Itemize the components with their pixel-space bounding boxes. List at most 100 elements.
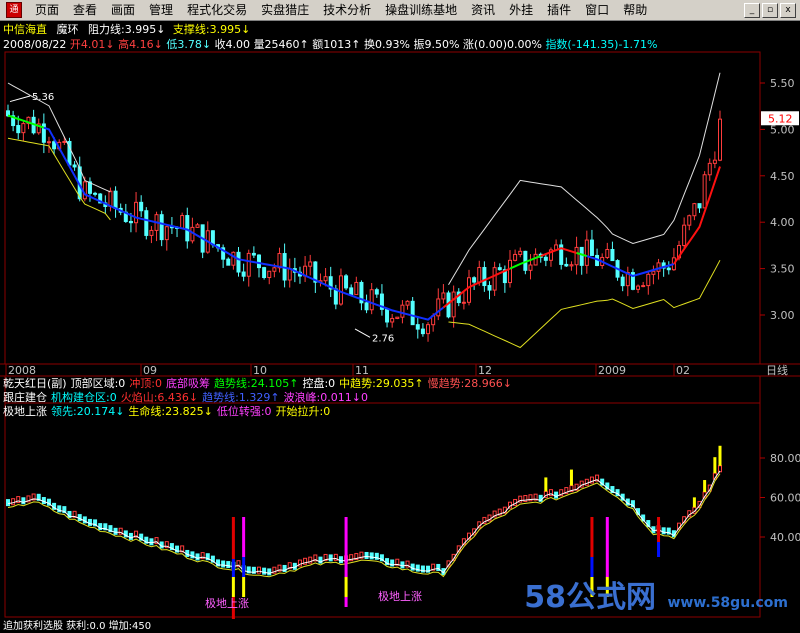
candle-body bbox=[646, 273, 651, 287]
candle-body bbox=[46, 141, 51, 144]
indicator-row-3: 极地上涨 领先:20.174↓ 生命线:23.825↓ 低位转强:0 开始拉升:0 bbox=[3, 405, 334, 418]
header-line2: 2008/08/22 开4.01↓ 高4.16↓ 低3.78↓ 收4.00 量2… bbox=[3, 38, 657, 51]
low-pointer bbox=[354, 328, 371, 338]
candle-body bbox=[666, 267, 671, 271]
osc-peak-bar-4 bbox=[713, 457, 717, 474]
index-label: 指数(-141.35)-1.71% bbox=[545, 38, 658, 51]
signal-bar-5-0 bbox=[605, 517, 609, 577]
candle-body bbox=[246, 252, 251, 277]
header-line1: 中信海直 魔环 阻力线:3.995↓ 支撑线:3.995↓ bbox=[3, 23, 250, 36]
indicator-row-1: 乾天红日(副) 顶部区域:0 冲顶:0 底部吸筹 趋势线:24.105↑ 控盘:0 中趋势:… bbox=[3, 377, 516, 390]
osc-bar bbox=[661, 527, 666, 535]
formula-name: 魔环 bbox=[56, 23, 79, 36]
candle-body bbox=[185, 215, 190, 242]
candle-body bbox=[149, 229, 154, 236]
indicator-row3-3: 低位转强:0 bbox=[216, 405, 272, 418]
indicator-row3-4: 开始拉升:0 bbox=[275, 405, 331, 418]
candle-body bbox=[472, 277, 477, 283]
candle-body bbox=[374, 289, 379, 295]
ma-line-blue-1 bbox=[43, 126, 445, 321]
candle-body bbox=[72, 164, 77, 168]
osc-bar bbox=[195, 553, 200, 561]
signal-bar-1-0 bbox=[231, 517, 235, 559]
candle-body bbox=[451, 291, 456, 318]
candle-body bbox=[349, 287, 354, 296]
candle-body bbox=[651, 270, 656, 275]
indicator-row2-3: 趋势线:1.329↑ bbox=[202, 391, 280, 404]
signal-bar-2-0 bbox=[242, 517, 246, 557]
osc-bar bbox=[221, 560, 226, 568]
candle-body bbox=[605, 249, 610, 258]
osc-bars-group bbox=[6, 465, 722, 576]
candle-body bbox=[164, 226, 169, 241]
candle-body bbox=[584, 239, 589, 266]
indicator-row1-4: 趋势线:24.105↑ bbox=[214, 377, 299, 390]
signal-bar-1-2 bbox=[231, 577, 235, 597]
osc-bar bbox=[369, 552, 374, 560]
candle-body bbox=[718, 118, 722, 161]
indicator-row1-7: 慢趋势:28.966↓ bbox=[427, 377, 513, 390]
ma-line-blue-2 bbox=[586, 255, 675, 278]
candle-body bbox=[390, 317, 395, 323]
price-tick-label-2: 4.50 bbox=[770, 170, 795, 183]
candle-body bbox=[467, 277, 472, 303]
osc-bar bbox=[262, 567, 267, 575]
candle-body bbox=[477, 267, 482, 283]
osc-bar bbox=[328, 554, 333, 562]
osc-bar bbox=[267, 568, 272, 576]
candle-body bbox=[21, 123, 26, 134]
high-pointer bbox=[9, 95, 31, 103]
indicator-row3-0: 极地上涨 bbox=[3, 405, 47, 418]
candles-group bbox=[6, 104, 722, 342]
resistance-line: 阻力线:3.995↓ bbox=[88, 23, 166, 36]
candle-body bbox=[641, 285, 646, 288]
candle-body bbox=[492, 267, 497, 291]
candle-body bbox=[262, 267, 267, 279]
price-tick-label-0: 5.50 bbox=[770, 77, 795, 90]
candle-body bbox=[707, 162, 712, 176]
candle-body bbox=[354, 281, 359, 296]
price-tick-label-3: 4.00 bbox=[770, 216, 795, 229]
time-label-6: 02 bbox=[676, 364, 690, 377]
osc-bar bbox=[584, 478, 589, 486]
candle-body bbox=[134, 201, 139, 224]
time-label-2: 10 bbox=[253, 364, 267, 377]
candle-body bbox=[108, 190, 113, 207]
period-label: 日线 bbox=[766, 363, 788, 377]
chart-canvas[interactable]: 5.50 5.00 4.50 4.00 3.50 3.00 5.12 2008 09 10 11 12… bbox=[0, 0, 800, 630]
candle-body bbox=[395, 316, 400, 319]
osc-peak-bar-1 bbox=[569, 469, 573, 486]
indicator-row1-2: 冲顶:0 bbox=[129, 377, 163, 390]
candle-body bbox=[507, 259, 512, 284]
osc-peak-bar-0 bbox=[544, 477, 548, 492]
low-price-label: 2.76 bbox=[372, 333, 394, 344]
osc-tick-label-0: 80.00 bbox=[770, 452, 800, 465]
price-panel-frame bbox=[4, 51, 761, 365]
open-label: 开4.01↓ bbox=[69, 38, 115, 51]
osc-tick-label-2: 40.00 bbox=[770, 531, 800, 544]
candle-body bbox=[482, 267, 487, 287]
candle-body bbox=[338, 275, 343, 305]
candle-body bbox=[564, 263, 569, 267]
candle-body bbox=[461, 301, 466, 304]
candle-body bbox=[287, 268, 292, 281]
candle-body bbox=[533, 253, 538, 266]
candle-body bbox=[256, 254, 261, 269]
indicator-row1-1: 顶部区域:0 bbox=[70, 377, 126, 390]
candle-body bbox=[702, 174, 707, 209]
osc-bar bbox=[87, 518, 92, 526]
osc-bar bbox=[41, 497, 46, 505]
signal-bar-3-2 bbox=[344, 597, 348, 607]
osc-bar bbox=[338, 556, 343, 564]
candle-body bbox=[180, 215, 185, 229]
candle-body bbox=[364, 302, 369, 311]
watermark-number: 58 bbox=[524, 580, 566, 615]
osc-bar bbox=[113, 527, 118, 535]
candle-body bbox=[426, 324, 431, 335]
signal-label-2: 极地上涨 bbox=[378, 589, 422, 603]
candle-body bbox=[518, 250, 523, 255]
candle-body bbox=[272, 267, 277, 272]
ma-line-red-2 bbox=[540, 247, 577, 258]
price-tick-label-1: 5.00 bbox=[770, 123, 795, 136]
osc-bar bbox=[21, 497, 26, 505]
